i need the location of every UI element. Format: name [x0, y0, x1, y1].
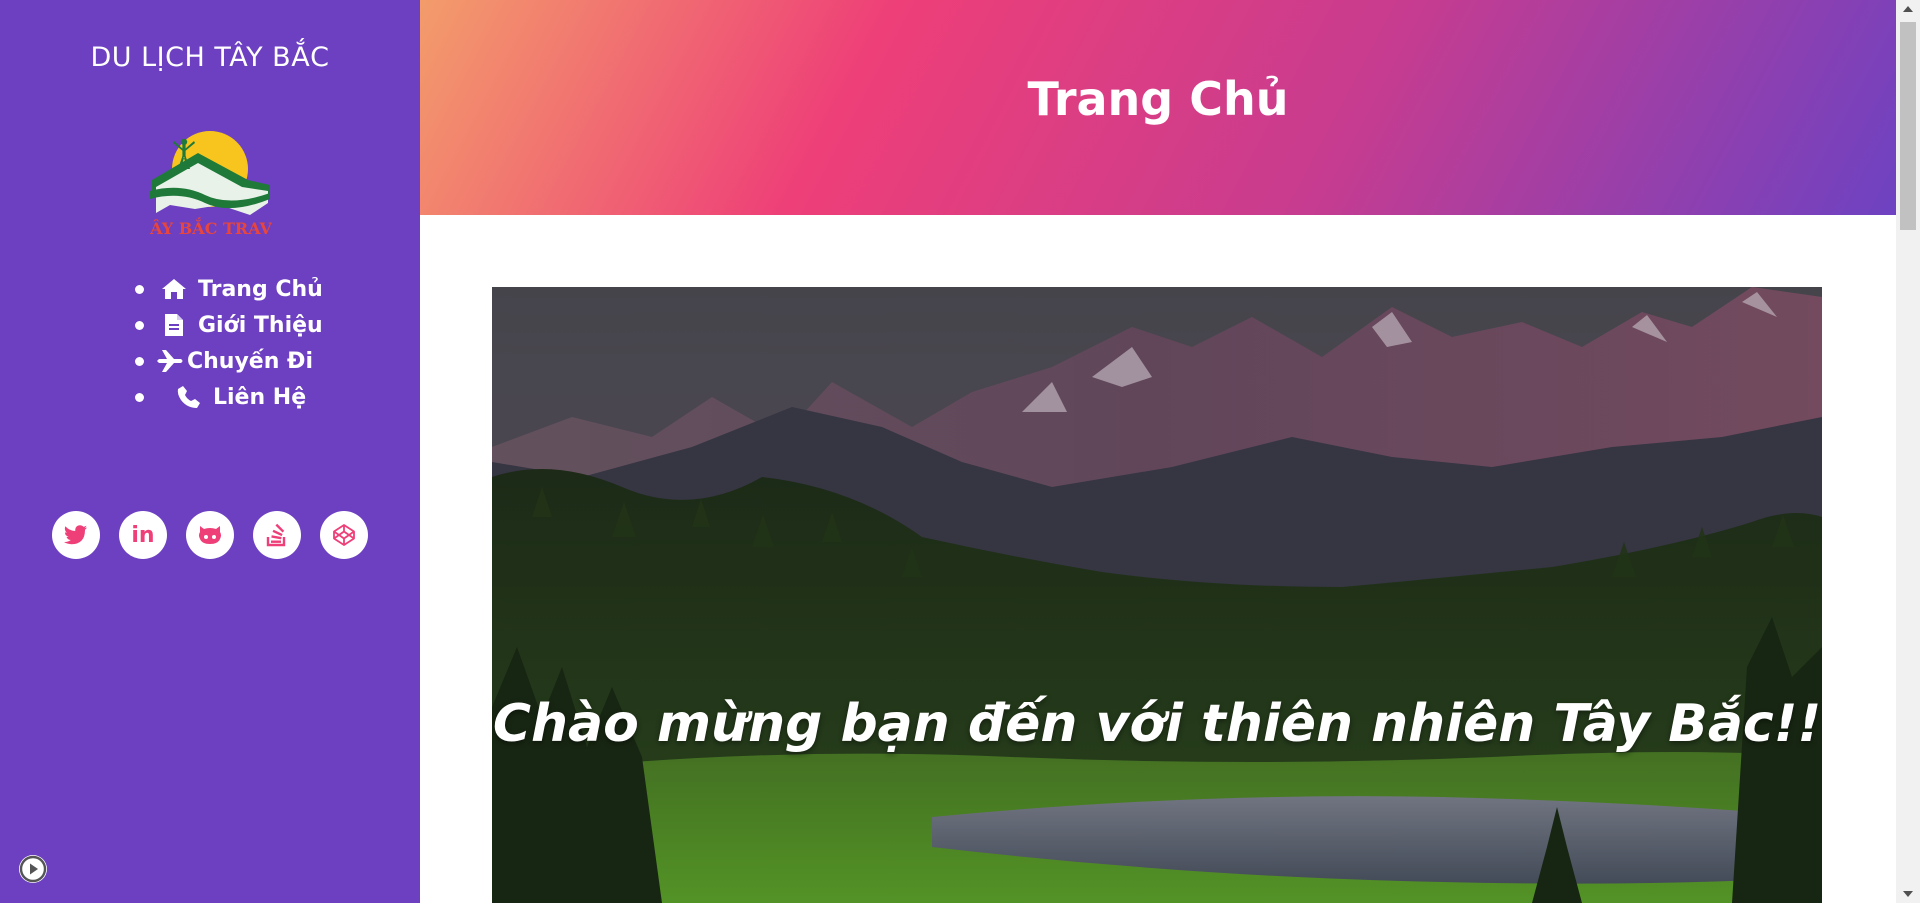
phone-icon — [175, 383, 203, 411]
scroll-up-arrow[interactable] — [1896, 0, 1920, 18]
twitter-button[interactable] — [52, 511, 100, 559]
nav-item-home[interactable]: Trang Chủ — [135, 273, 323, 305]
page-scrollbar[interactable] — [1896, 0, 1920, 903]
nav-item-about[interactable]: Giới Thiệu — [135, 309, 323, 341]
scroll-down-arrow[interactable] — [1896, 885, 1920, 903]
linkedin-icon: in — [131, 522, 155, 548]
play-icon — [19, 855, 47, 883]
bullet — [135, 321, 144, 330]
bullet — [135, 393, 144, 402]
home-icon — [160, 275, 188, 303]
svg-text:ÂY BẮC TRAV: ÂY BẮC TRAV — [150, 216, 272, 238]
sidebar: DU LỊCH TÂY BẮC ÂY BẮC TRAV Trang Chủ Gi… — [0, 0, 420, 903]
stackoverflow-button[interactable] — [253, 511, 301, 559]
nav-label: Trang Chủ — [198, 276, 323, 302]
nav-item-contact[interactable]: Liên Hệ — [135, 381, 306, 413]
stackoverflow-icon — [266, 523, 286, 547]
nav-label: Chuyến Đi — [187, 348, 314, 374]
document-icon — [160, 311, 188, 339]
page-header: Trang Chủ — [420, 0, 1896, 215]
social-links: in — [52, 511, 368, 559]
scroll-thumb[interactable] — [1900, 22, 1916, 230]
audio-play-button[interactable] — [19, 855, 47, 883]
github-button[interactable] — [186, 511, 234, 559]
site-title: DU LỊCH TÂY BẮC — [90, 42, 330, 73]
bullet — [135, 357, 144, 366]
logo-graphic: ÂY BẮC TRAV — [149, 131, 272, 238]
linkedin-button[interactable]: in — [119, 511, 167, 559]
hero-caption: Chào mừng bạn đến với thiên nhiên Tây Bắ… — [492, 694, 1822, 754]
github-icon — [199, 526, 221, 544]
codepen-button[interactable] — [320, 511, 368, 559]
landscape-image — [492, 287, 1822, 903]
bullet — [135, 285, 144, 294]
plane-icon — [157, 347, 185, 375]
twitter-icon — [64, 525, 87, 545]
page-title: Trang Chủ — [1027, 72, 1289, 126]
hero-banner: Chào mừng bạn đến với thiên nhiên Tây Bắ… — [492, 287, 1822, 903]
nav-item-trips[interactable]: Chuyến Đi — [135, 345, 313, 377]
nav-label: Liên Hệ — [213, 384, 307, 410]
page: DU LỊCH TÂY BẮC ÂY BẮC TRAV Trang Chủ Gi… — [0, 0, 1920, 903]
site-logo[interactable]: ÂY BẮC TRAV — [149, 125, 272, 240]
codepen-icon — [333, 524, 355, 546]
nav-label: Giới Thiệu — [198, 312, 323, 338]
